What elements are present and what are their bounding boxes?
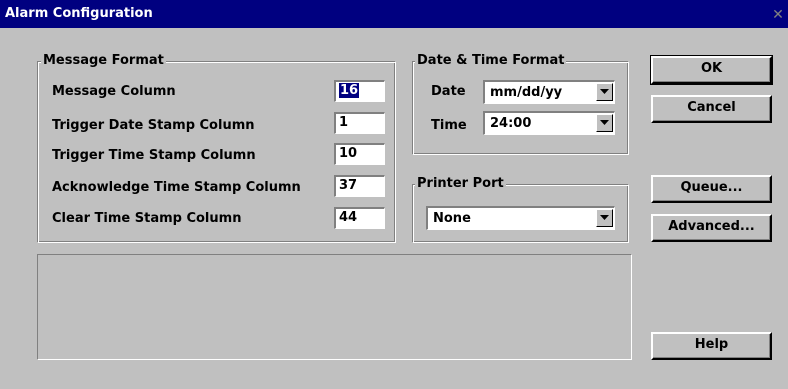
printer-port-value: None bbox=[433, 211, 471, 226]
trigger-time-stamp-field[interactable]: 10 bbox=[334, 143, 385, 165]
cancel-button[interactable]: Cancel bbox=[651, 95, 772, 123]
time-label: Time bbox=[431, 118, 467, 133]
close-icon[interactable]: ✕ bbox=[771, 8, 785, 22]
message-preview-area bbox=[37, 254, 632, 360]
time-dropdown-arrow-icon[interactable] bbox=[596, 114, 613, 132]
advanced-button[interactable]: Advanced... bbox=[651, 214, 772, 242]
clear-time-stamp-label: Clear Time Stamp Column bbox=[52, 211, 242, 226]
printer-port-select[interactable]: None bbox=[426, 206, 615, 230]
date-label: Date bbox=[431, 84, 466, 99]
ok-button[interactable]: OK bbox=[650, 55, 773, 85]
title-bar[interactable]: Alarm Configuration ✕ bbox=[0, 0, 788, 28]
window-title: Alarm Configuration bbox=[5, 6, 153, 21]
date-format-value: mm/dd/yy bbox=[490, 85, 563, 100]
time-format-value: 24:00 bbox=[490, 116, 532, 131]
trigger-date-stamp-field[interactable]: 1 bbox=[334, 112, 385, 134]
date-time-format-legend: Date & Time Format bbox=[415, 53, 567, 68]
date-format-select[interactable]: mm/dd/yy bbox=[483, 80, 615, 104]
trigger-time-stamp-label: Trigger Time Stamp Column bbox=[52, 148, 256, 163]
time-format-select[interactable]: 24:00 bbox=[483, 111, 615, 135]
date-time-format-group: Date & Time Format bbox=[412, 53, 629, 155]
message-column-field[interactable]: 16 bbox=[334, 80, 385, 102]
message-column-label: Message Column bbox=[52, 84, 176, 99]
date-dropdown-arrow-icon[interactable] bbox=[596, 83, 613, 101]
message-format-legend: Message Format bbox=[41, 53, 166, 68]
help-button[interactable]: Help bbox=[651, 332, 772, 360]
message-column-value: 16 bbox=[339, 83, 360, 98]
trigger-date-stamp-label: Trigger Date Stamp Column bbox=[52, 118, 255, 133]
printer-port-legend: Printer Port bbox=[415, 176, 506, 191]
acknowledge-time-stamp-field[interactable]: 37 bbox=[334, 175, 385, 197]
clear-time-stamp-field[interactable]: 44 bbox=[334, 207, 385, 229]
printer-port-dropdown-arrow-icon[interactable] bbox=[596, 209, 613, 227]
acknowledge-time-stamp-label: Acknowledge Time Stamp Column bbox=[52, 180, 301, 195]
queue-button[interactable]: Queue... bbox=[651, 175, 772, 203]
